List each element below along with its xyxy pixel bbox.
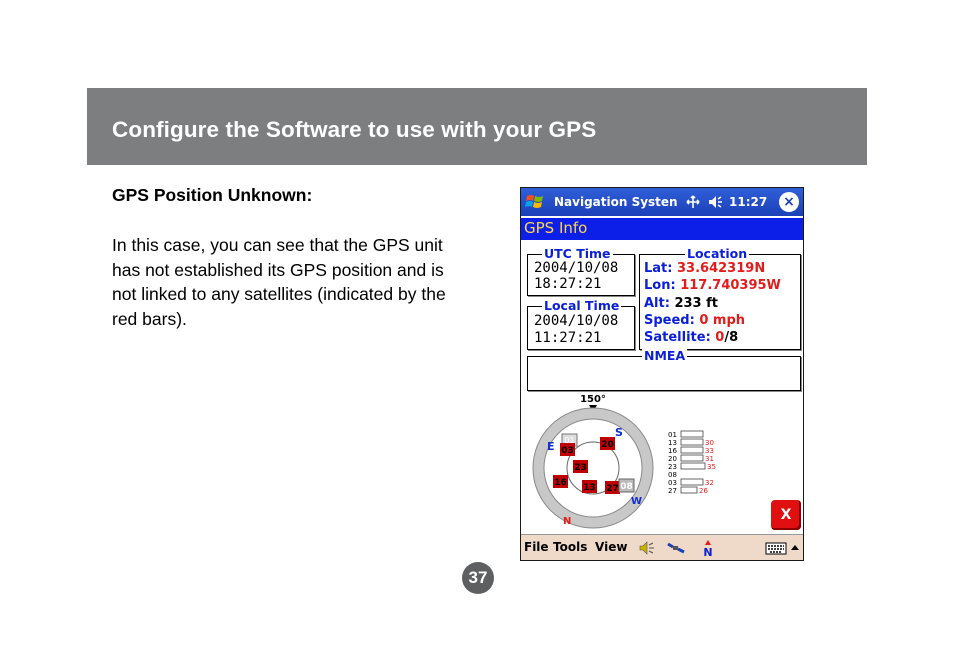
pocketpc-screenshot: Navigation Systen 11:27 × GPS Info UTC T… [520,187,804,561]
nmea-box: NMEA [527,348,801,391]
altitude-row: Alt: 233 ft [644,296,718,311]
location-legend: Location [685,246,750,261]
sat-total: /8 [724,330,739,345]
svg-text:23: 23 [574,463,587,473]
sky-view: 150° E S W N 01 20 03 23 16 13 27 08 [532,394,654,529]
svg-text:20: 20 [668,455,677,463]
svg-text:01: 01 [668,431,677,439]
alt-value: 233 ft [674,296,719,311]
svg-text:31: 31 [705,455,714,463]
signal-row: 23 35 [668,462,716,471]
body-paragraph: In this case, you can see that the GPS u… [112,235,446,329]
signal-row: 01 [668,430,704,439]
sound-icon[interactable] [637,539,655,557]
svg-text:20: 20 [601,440,614,450]
latitude-row: Lat: 33.642319N [644,261,765,276]
taskbar: Navigation Systen 11:27 × [521,188,803,216]
signal-row: 20 31 [668,454,714,463]
satellite-marker: 13 [582,480,597,493]
svg-text:N: N [703,546,712,557]
dir-south: S [615,426,623,439]
local-date: 2004/10/08 [534,313,619,329]
menu-file[interactable]: File [524,540,549,554]
svg-text:27: 27 [606,484,619,494]
keyboard-icon[interactable] [765,539,787,557]
app-title: Navigation Systen [554,195,678,209]
satellite-marker: 08 [618,478,635,493]
svg-text:27: 27 [668,487,677,495]
svg-text:08: 08 [668,471,677,479]
satellite-marker: 27 [605,481,620,494]
svg-text:26: 26 [699,487,708,495]
svg-text:03: 03 [668,479,677,487]
sat-label: Satellite: [644,330,711,345]
chevron-up-icon[interactable] [789,539,801,557]
svg-text:23: 23 [668,463,677,471]
volume-icon[interactable] [707,194,723,210]
signal-strength-chart: 01 13 30 16 33 20 31 23 35 08 03 32 27 26 [668,430,716,495]
lat-value: 33.642319N [677,261,766,276]
sky-inner-disk [543,418,643,518]
speed-label: Speed: [644,313,695,328]
screen-title: GPS Info [524,219,588,237]
svg-text:33: 33 [705,447,714,455]
local-time: 11:27:21 [534,330,602,346]
signal-row: 08 [668,471,677,479]
local-time-box: Local Time 2004/10/08 11:27:21 [527,298,635,350]
menu-bar: File Tools View N [521,534,803,560]
exit-button[interactable]: X [771,500,801,530]
svg-text:16: 16 [668,447,677,455]
close-button[interactable]: × [779,192,799,212]
nmea-legend: NMEA [642,348,688,363]
svg-text:16: 16 [554,478,567,488]
heading-label: 150° [580,394,606,405]
satellite-icon[interactable] [667,539,685,557]
page-number: 37 [462,562,494,594]
lon-value: 117.740395W [680,278,781,293]
satellite-marker: 23 [573,460,588,473]
speed-value: 0 mph [699,313,746,328]
utc-time: 18:27:21 [534,276,602,292]
section-header-bar: Configure the Software to use with your … [87,88,867,165]
sat-used: 0 [715,330,725,345]
signal-row: 27 26 [668,486,708,495]
connectivity-icon[interactable] [685,194,701,210]
dir-east: E [547,440,555,453]
utc-date: 2004/10/08 [534,260,619,276]
signal-row: 03 32 [668,478,714,487]
svg-text:30: 30 [705,439,714,447]
utc-time-legend: UTC Time [542,246,613,261]
svg-text:35: 35 [707,463,716,471]
utc-time-box: UTC Time 2004/10/08 18:27:21 [527,246,635,296]
alt-label: Alt: [644,296,670,311]
svg-text:13: 13 [583,483,596,493]
lon-label: Lon: [644,278,676,293]
screen-title-bar: GPS Info [521,218,803,240]
satellite-marker: 16 [553,475,568,488]
speed-row: Speed: 0 mph [644,313,745,328]
svg-text:13: 13 [668,439,677,447]
lat-label: Lat: [644,261,673,276]
signal-row: 13 30 [668,438,714,447]
menu-tools[interactable]: Tools [553,540,587,554]
signal-row: 16 33 [668,446,714,455]
menu-view[interactable]: View [595,540,627,554]
svg-text:03: 03 [561,446,574,456]
section-heading: GPS Position Unknown: [112,185,313,205]
taskbar-clock: 11:27 [729,195,768,209]
svg-text:32: 32 [705,479,714,487]
local-time-legend: Local Time [542,298,622,313]
satellite-marker: 20 [600,437,615,450]
compass-north-icon[interactable]: N [699,539,717,557]
page-title: Configure the Software to use with your … [112,117,597,142]
dir-north: N [563,516,571,527]
satellite-row: Satellite: 0/8 [644,330,738,345]
svg-text:08: 08 [620,482,633,492]
windows-start-icon[interactable] [525,192,545,212]
location-box: Location Lat: 33.642319N Lon: 117.740395… [639,246,801,350]
longitude-row: Lon: 117.740395W [644,278,781,293]
dir-west: W [631,496,642,507]
satellite-marker: 03 [560,443,575,456]
